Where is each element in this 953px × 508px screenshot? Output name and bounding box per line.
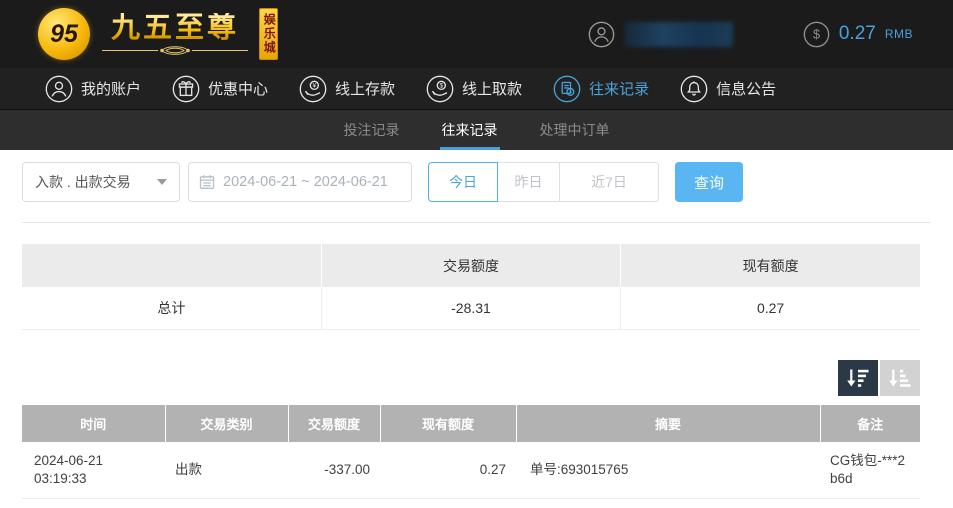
col-header-amount: 交易额度 — [288, 404, 381, 442]
cell-remark: CG钱包-***2b6d — [820, 441, 920, 499]
bell-icon — [680, 75, 708, 102]
filter-bar: 入款 . 出款交易 2024-06-21 ~ 2024-06-21 今日 昨日 … — [22, 162, 953, 202]
nav-item-my-account[interactable]: 我的账户 — [45, 75, 141, 103]
summary-current-amount: 0.27 — [620, 287, 920, 330]
cell-type: CGPAY支付 — [165, 498, 288, 508]
summary-header-current-amount: 现有额度 — [620, 244, 920, 287]
nav-item-promotions[interactable]: 优惠中心 — [172, 75, 268, 103]
top-header: 95 九五至尊 娱乐城 $ 0.27 RMB — [0, 0, 953, 68]
tab-label: 投注记录 — [343, 122, 400, 138]
username-redacted — [624, 21, 733, 47]
user-icon — [45, 75, 73, 102]
sort-controls — [22, 359, 920, 396]
balance[interactable]: $ 0.27 RMB — [803, 21, 913, 48]
summary-header-empty — [22, 244, 322, 287]
nav-item-announcements[interactable]: 信息公告 — [680, 75, 776, 103]
sort-ascending-button[interactable] — [880, 359, 920, 396]
svg-text:¥: ¥ — [313, 82, 317, 89]
transaction-type-select[interactable]: 入款 . 出款交易 — [22, 162, 180, 202]
records-table: 时间 交易类别 交易额度 现有额度 摘要 备注 2024-06-21 03:19… — [22, 404, 920, 508]
user-account[interactable] — [588, 21, 733, 48]
sort-ascending-icon — [889, 369, 911, 387]
records-header-row: 时间 交易类别 交易额度 现有额度 摘要 备注 — [22, 404, 920, 442]
nav-label: 线上存款 — [335, 81, 396, 98]
flourish-ornament-icon — [102, 46, 248, 55]
nav-label: 往来记录 — [589, 81, 650, 98]
last7days-button[interactable]: 近7日 — [559, 162, 659, 202]
tab-label: 处理中订单 — [539, 122, 610, 138]
summary-header-row: 交易额度 现有额度 — [22, 244, 920, 287]
table-row: 2024-06-21 03:19:33 出款 -337.00 0.27 单号:6… — [22, 441, 920, 499]
deposit-icon: ¥ — [299, 75, 327, 102]
cell-balance: 0.27 — [380, 441, 516, 499]
svg-text:$: $ — [813, 27, 820, 41]
nav-item-withdraw[interactable]: $ 线上取款 — [426, 75, 522, 103]
sort-descending-button[interactable] — [838, 359, 878, 396]
balance-currency: RMB — [884, 27, 913, 41]
logo-icon: 95 — [38, 8, 90, 60]
nav-item-transaction-records[interactable]: 往来记录 — [553, 75, 649, 103]
logo-monogram: 95 — [50, 19, 78, 48]
cell-amount: -337.00 — [288, 441, 380, 499]
select-value: 入款 . 出款交易 — [35, 174, 131, 190]
cell-type: 出款 — [165, 441, 288, 499]
logo-badge: 娱乐城 — [259, 8, 279, 60]
date-range-value: 2024-06-21 ~ 2024-06-21 — [223, 174, 388, 190]
site-title: 九五至尊 — [110, 12, 239, 45]
summary-header-trade-amount: 交易额度 — [321, 244, 622, 287]
nav-label: 我的账户 — [81, 81, 142, 98]
calendar-icon — [199, 175, 215, 189]
yesterday-button[interactable]: 昨日 — [497, 162, 560, 202]
tab-pending-orders[interactable]: 处理中订单 — [538, 110, 612, 150]
summary-table: 交易额度 现有额度 总计 -28.31 0.27 — [22, 244, 920, 330]
table-row: 2024-06-21 03:02:38 CGPAY支付 300.00 309.2… — [22, 498, 920, 508]
col-header-summary: 摘要 — [516, 404, 821, 442]
sort-descending-icon — [847, 369, 869, 387]
withdraw-icon: $ — [426, 75, 454, 102]
dollar-circle-icon: $ — [803, 21, 830, 47]
search-button[interactable]: 查询 — [675, 162, 743, 202]
sub-tabs: 投注记录 往来记录 处理中订单 — [0, 110, 953, 150]
user-icon — [588, 21, 615, 47]
divider — [22, 222, 931, 223]
nav-label: 线上取款 — [462, 81, 523, 98]
col-header-remark: 备注 — [820, 404, 920, 442]
logo[interactable]: 95 九五至尊 娱乐城 — [38, 8, 305, 60]
cell-remark: CG钱包 — [820, 498, 920, 508]
summary-total-row: 总计 -28.31 0.27 — [22, 287, 920, 330]
cell-time: 2024-06-21 03:19:33 — [22, 441, 165, 499]
quick-date-group: 今日 昨日 近7日 — [428, 162, 659, 202]
cell-time: 2024-06-21 03:02:38 — [22, 498, 165, 508]
nav-label: 优惠中心 — [208, 81, 269, 98]
records-icon — [553, 75, 581, 102]
col-header-balance: 现有额度 — [380, 404, 517, 442]
nav-label: 信息公告 — [716, 81, 777, 98]
cell-summary: 单号:202406213650518251 — [516, 498, 820, 508]
date-range-input[interactable]: 2024-06-21 ~ 2024-06-21 — [188, 162, 412, 202]
tab-transaction-records[interactable]: 往来记录 — [440, 110, 500, 150]
chevron-down-icon — [157, 179, 167, 185]
today-button[interactable]: 今日 — [428, 162, 498, 202]
balance-amount: 0.27 — [838, 23, 876, 44]
col-header-time: 时间 — [22, 404, 166, 442]
summary-trade-amount: -28.31 — [321, 287, 622, 330]
gift-icon — [172, 75, 200, 102]
svg-text:$: $ — [440, 82, 444, 89]
tab-label: 往来记录 — [441, 122, 498, 138]
nav-item-deposit[interactable]: ¥ 线上存款 — [299, 75, 395, 103]
col-header-type: 交易类别 — [165, 404, 289, 442]
summary-total-label: 总计 — [22, 287, 322, 330]
tab-bet-records[interactable]: 投注记录 — [342, 110, 402, 150]
main-nav: 我的账户 优惠中心 ¥ 线上存款 $ 线上取款 往来记录 信息公告 — [0, 68, 953, 110]
cell-summary: 单号:693015765 — [516, 441, 820, 499]
cell-amount: 300.00 — [288, 498, 380, 508]
cell-balance: 309.27 — [380, 498, 516, 508]
